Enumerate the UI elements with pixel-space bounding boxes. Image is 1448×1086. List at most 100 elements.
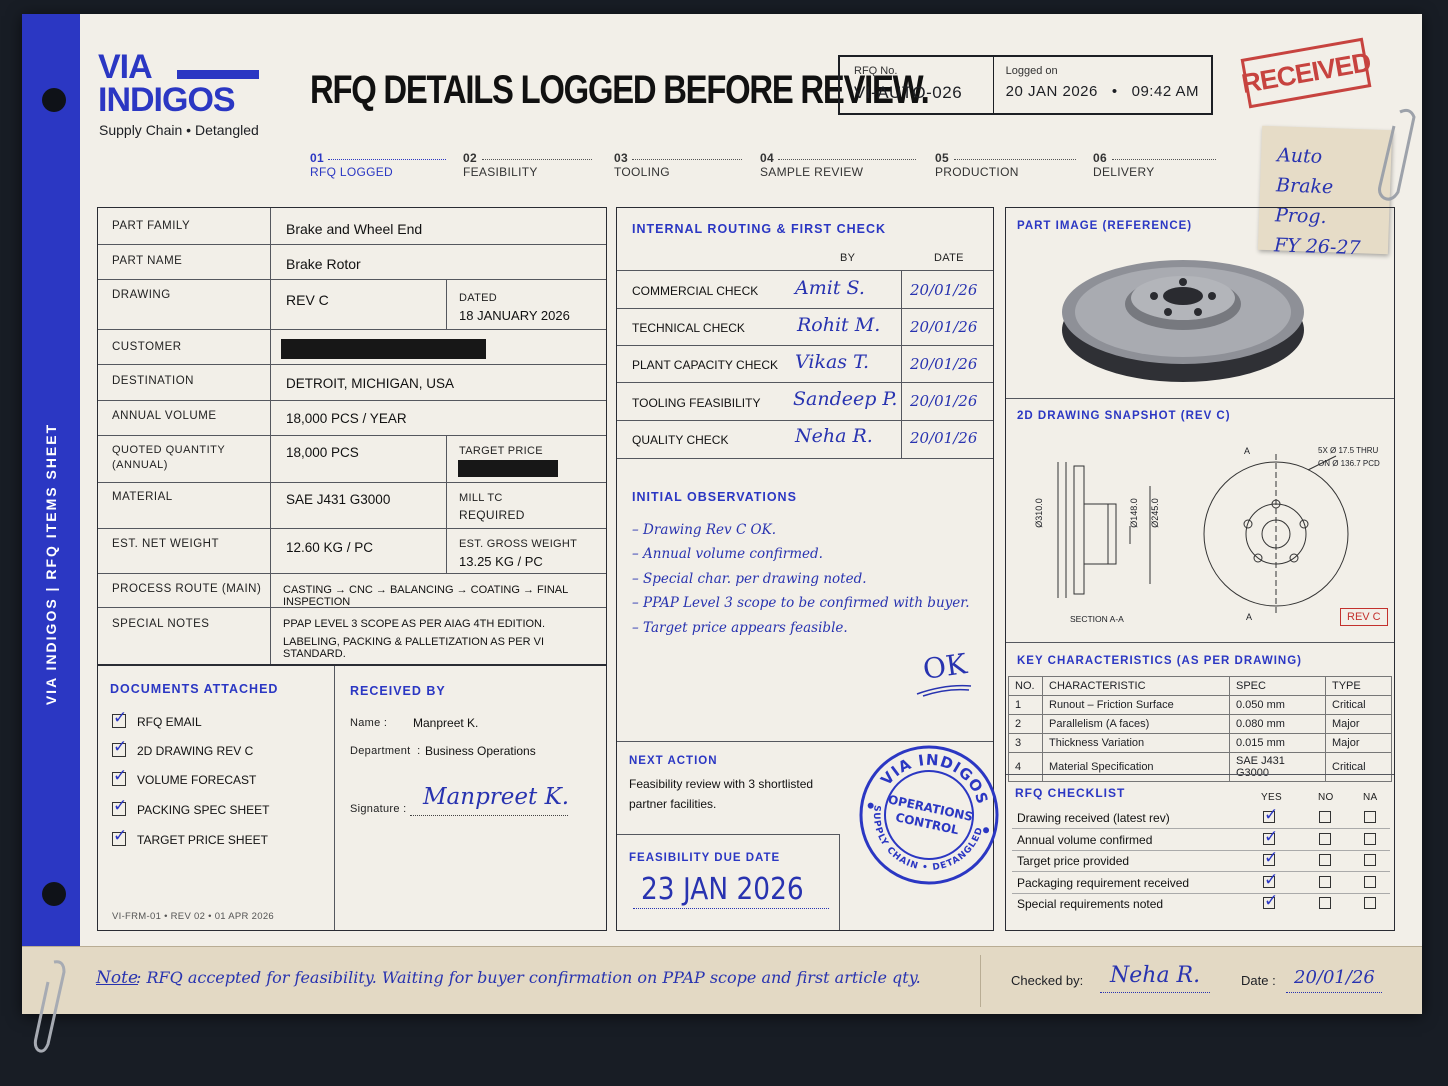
- step-connector: [328, 159, 446, 160]
- note-text: : RFQ accepted for feasibility. Waiting …: [136, 968, 921, 987]
- drawing-value: REV C: [286, 292, 329, 308]
- doc-checkbox[interactable]: [112, 708, 127, 728]
- check-date: 20/01/26: [910, 318, 978, 336]
- checklist-item: Special requirements noted: [1017, 897, 1164, 911]
- column-header: TYPE: [1325, 676, 1392, 696]
- form-code: VI-FRM-01 • REV 02 • 01 APR 2026: [112, 911, 274, 922]
- checklist-yes-checkbox[interactable]: [1263, 891, 1278, 911]
- doc-checkbox[interactable]: [112, 766, 127, 786]
- check-by: Vikas T.: [795, 351, 870, 373]
- divider: [617, 308, 993, 309]
- divider: [98, 279, 606, 280]
- department-value: Business Operations: [425, 744, 536, 758]
- divider: [1012, 893, 1390, 894]
- divider: [98, 364, 606, 365]
- step-production: 05 PRODUCTION: [935, 151, 1019, 179]
- checklist-item: Annual volume confirmed: [1017, 833, 1153, 847]
- received-stamp: RECEIVED: [1239, 37, 1373, 109]
- checklist-yes-checkbox[interactable]: [1263, 827, 1278, 847]
- paperclip-icon: [33, 960, 66, 1053]
- customer-label: CUSTOMER: [112, 341, 182, 353]
- checklist-yes-checkbox[interactable]: [1263, 848, 1278, 868]
- brake-rotor-image: [1062, 260, 1304, 382]
- doc-item: RFQ EMAIL: [137, 715, 202, 729]
- material-value: SAE J431 G3000: [286, 492, 391, 507]
- divider: [446, 435, 447, 573]
- paperclip-icon: [1378, 108, 1416, 201]
- rev-badge: REV C: [1340, 608, 1388, 626]
- section-label: SECTION A-A: [1070, 614, 1124, 624]
- divider: [1012, 850, 1390, 851]
- page-title: RFQ DETAILS LOGGED BEFORE REVIEW.: [310, 68, 930, 112]
- logo-tagline: Supply Chain • Detangled: [99, 122, 259, 138]
- no-header: NO: [1318, 792, 1334, 803]
- rfq-no-label: RFQ No.: [854, 65, 898, 77]
- divider: [617, 458, 993, 459]
- signature-line: [410, 815, 568, 816]
- checklist-yes-checkbox[interactable]: [1263, 805, 1278, 825]
- destination-label: DESTINATION: [112, 375, 194, 387]
- checklist-na-checkbox[interactable]: [1364, 833, 1376, 845]
- net-weight-value: 12.60 KG / PC: [286, 540, 374, 555]
- divider: [98, 607, 606, 608]
- checklist-na-checkbox[interactable]: [1364, 811, 1376, 823]
- part-family-value: Brake and Wheel End: [286, 221, 423, 237]
- special-notes-label: SPECIAL NOTES: [112, 618, 210, 630]
- section-marker: A: [1244, 446, 1251, 456]
- footer-strip: Note : RFQ accepted for feasibility. Wai…: [22, 946, 1422, 1014]
- check-by: Amit S.: [795, 277, 865, 299]
- destination-value: DETROIT, MICHIGAN, USA: [286, 376, 455, 391]
- special-notes-line: LABELING, PACKING & PALLETIZATION AS PER…: [283, 636, 545, 660]
- column-header: CHARACTERISTIC: [1042, 676, 1230, 696]
- dated-label: DATED: [459, 292, 497, 304]
- key-characteristics-title: KEY CHARACTERISTICS (AS PER DRAWING): [1017, 655, 1302, 667]
- checklist-no-checkbox[interactable]: [1319, 854, 1331, 866]
- checked-by-label: Checked by:: [1011, 973, 1084, 988]
- observation-item: – PPAP Level 3 scope to be confirmed wit…: [632, 595, 970, 611]
- part-family-label: PART FAMILY: [112, 220, 191, 232]
- date-value: 20/01/26: [1294, 967, 1375, 988]
- logo-bar: [177, 70, 259, 79]
- divider: [270, 208, 271, 664]
- checklist-item: Drawing received (latest rev): [1017, 811, 1170, 825]
- divider: [1006, 774, 1394, 775]
- check-by: Rohit M.: [797, 314, 881, 336]
- part-name-label: PART NAME: [112, 255, 183, 267]
- next-action-text: Feasibility review with 3 shortlisted: [629, 777, 814, 791]
- signature-line: [1100, 992, 1210, 993]
- checklist-no-checkbox[interactable]: [1319, 833, 1331, 845]
- customer-redaction: [281, 339, 486, 359]
- checklist-item: Target price provided: [1017, 854, 1130, 868]
- divider: [980, 955, 981, 1007]
- logged-value: 20 JAN 2026 • 09:42 AM: [1005, 83, 1199, 100]
- annual-volume-value: 18,000 PCS / YEAR: [286, 411, 407, 426]
- divider: [617, 270, 993, 271]
- checklist-yes-checkbox[interactable]: [1263, 870, 1278, 890]
- quoted-qty-sublabel: (ANNUAL): [112, 459, 168, 471]
- doc-item: VOLUME FORECAST: [137, 773, 257, 787]
- divider: [617, 382, 993, 383]
- special-notes-line: PPAP LEVEL 3 SCOPE AS PER AIAG 4TH EDITI…: [283, 618, 546, 630]
- annual-volume-label: ANNUAL VOLUME: [112, 410, 217, 422]
- divider: [98, 573, 606, 574]
- divider: [617, 345, 993, 346]
- checklist-na-checkbox[interactable]: [1364, 854, 1376, 866]
- sticky-line: Auto: [1276, 144, 1323, 168]
- checklist-no-checkbox[interactable]: [1319, 897, 1331, 909]
- column-header: NO.: [1008, 676, 1043, 696]
- checklist-na-checkbox[interactable]: [1364, 897, 1376, 909]
- step-tooling: 03 TOOLING: [614, 151, 670, 179]
- drawing-label: DRAWING: [112, 289, 171, 301]
- table-header-row: NO. CHARACTERISTIC SPEC TYPE: [1008, 676, 1392, 696]
- drawing-snapshot-title: 2D DRAWING SNAPSHOT (REV C): [1017, 410, 1231, 422]
- doc-checkbox[interactable]: [112, 826, 127, 846]
- punch-hole: [42, 88, 66, 112]
- divider: [901, 270, 902, 458]
- checklist-no-checkbox[interactable]: [1319, 811, 1331, 823]
- checklist-na-checkbox[interactable]: [1364, 876, 1376, 888]
- doc-checkbox[interactable]: [112, 796, 127, 816]
- doc-checkbox[interactable]: [112, 737, 127, 757]
- observation-item: – Annual volume confirmed.: [632, 546, 823, 562]
- checklist-no-checkbox[interactable]: [1319, 876, 1331, 888]
- check-date: 20/01/26: [910, 355, 978, 373]
